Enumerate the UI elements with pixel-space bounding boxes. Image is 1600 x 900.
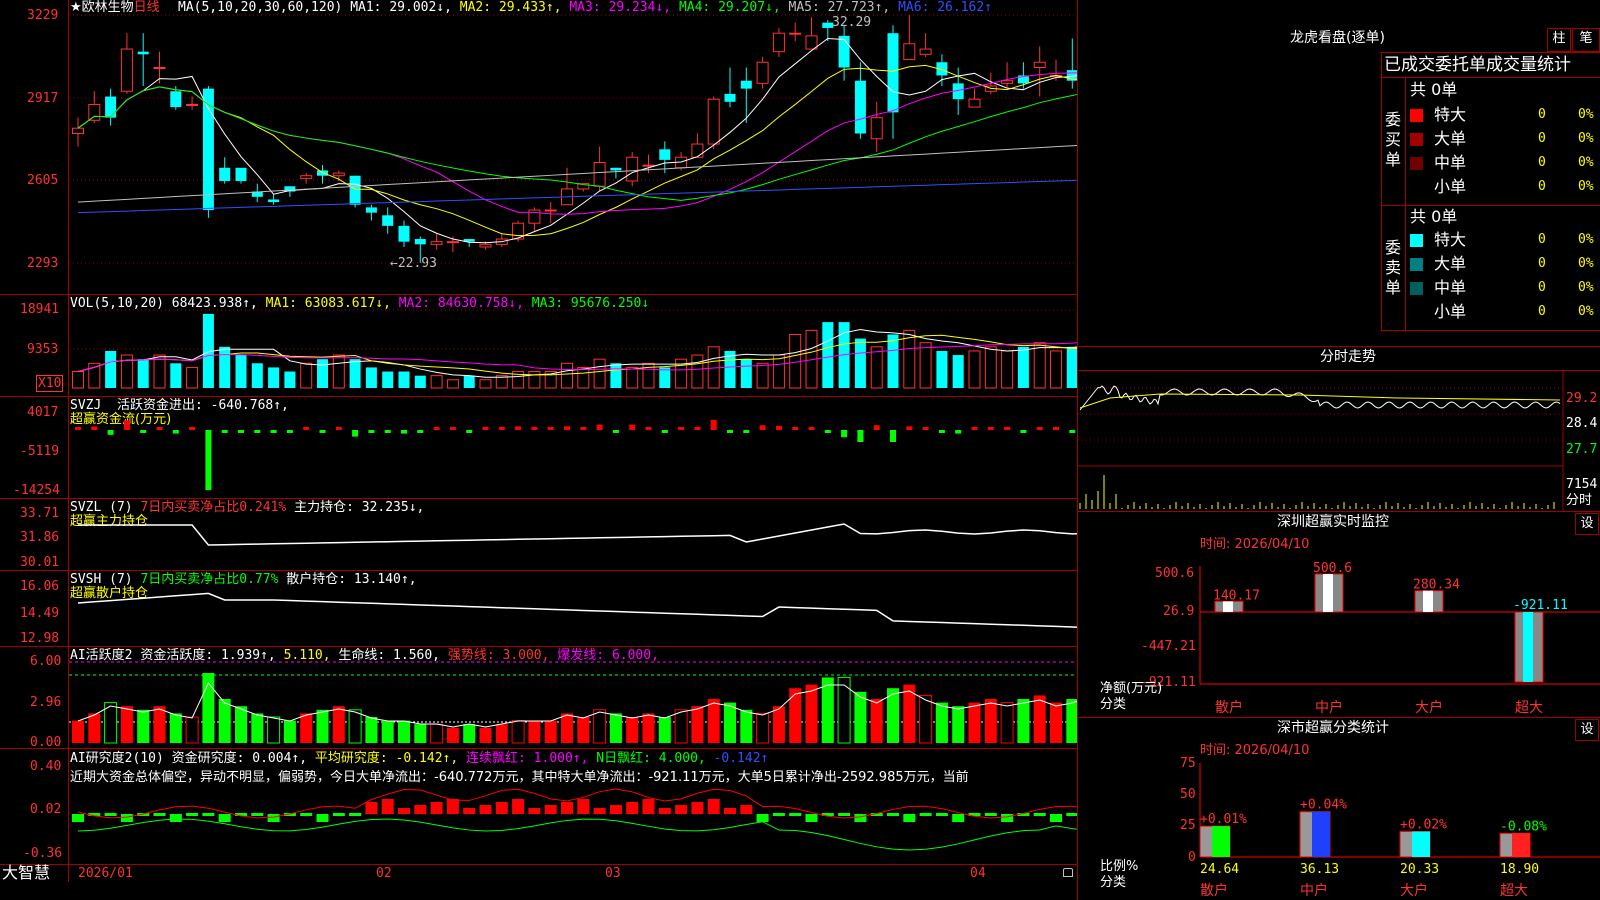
class-bar-fill [1512,833,1530,857]
class-category-label: 超大 [1500,883,1528,899]
monitor-bar [1514,611,1544,683]
class-bar-delta: -0.08% [1500,819,1547,834]
class-bar-value: 18.90 [1500,862,1539,877]
monitor-category-label: 超大 [1515,700,1543,716]
monitor-category-label: 大户 [1415,699,1443,716]
class-bar-fill [1412,831,1430,857]
class-bar-fill [1212,826,1230,857]
monitor-category-label: 散户 [1215,699,1243,716]
class-category-label: 散户 [1200,882,1228,899]
monitor-category-label: 中户 [1315,699,1343,716]
monitor-bar [1414,590,1444,613]
class-category-label: 大户 [1400,882,1428,899]
class-category-label: 中户 [1300,882,1328,899]
monitor-bar-value: 280.34 [1413,578,1460,593]
intraday-price-line [1079,385,1561,411]
class-bar-fill [1312,811,1330,857]
class-bar-delta: +0.04% [1300,798,1347,813]
class-bar-value: 36.13 [1300,862,1339,877]
class-bar-delta: +0.02% [1400,818,1447,833]
class-bar-delta: +0.01% [1200,812,1247,827]
monitor-bar-value: 500.6 [1313,561,1352,576]
monitor-bar-value: -921.11 [1513,598,1568,613]
monitor-bar-value: 140.17 [1213,588,1260,603]
class-bar-value: 20.33 [1400,862,1439,877]
monitor-bar [1314,573,1344,613]
class-bar-value: 24.64 [1200,862,1239,877]
right-charts: 140.17 散户 500.6 中户 280.34 大户 -921.11 超大 +0.01% 24… [1078,371,1600,899]
